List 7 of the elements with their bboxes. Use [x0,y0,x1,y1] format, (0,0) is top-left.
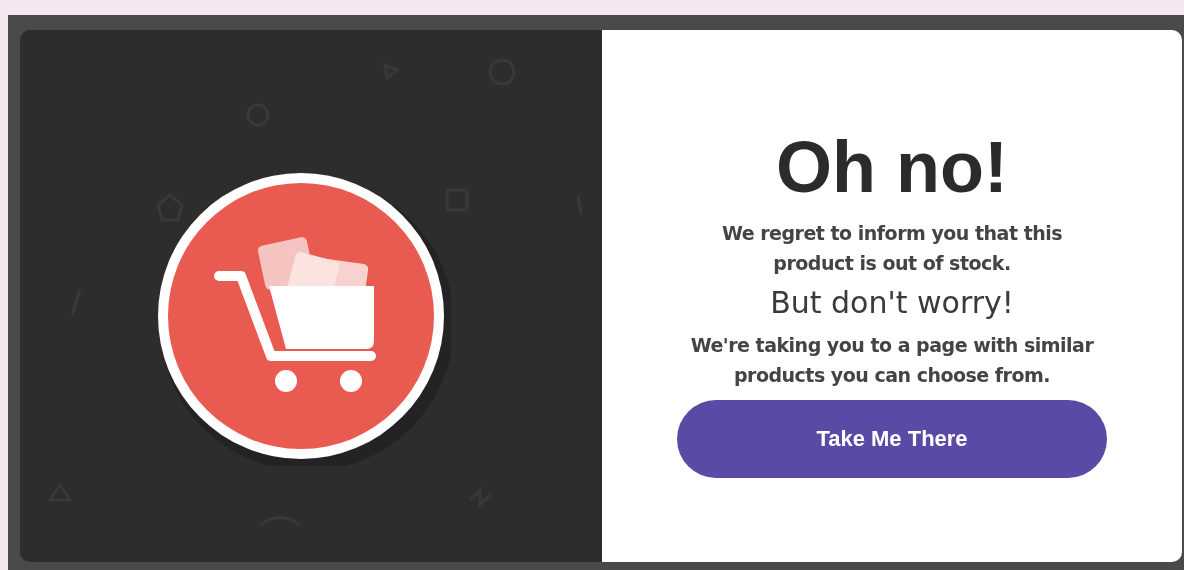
message-line: We regret to inform you that this [721,221,1063,246]
take-me-there-button[interactable]: Take Me There [677,400,1107,478]
title: Oh no! [776,126,1008,209]
detail-line: We're taking you to a page with similar [690,333,1094,358]
subtitle: But don't worry! [770,284,1014,322]
message-line: product is out of stock. [773,251,1011,276]
detail-line: products you can choose from. [733,363,1051,388]
